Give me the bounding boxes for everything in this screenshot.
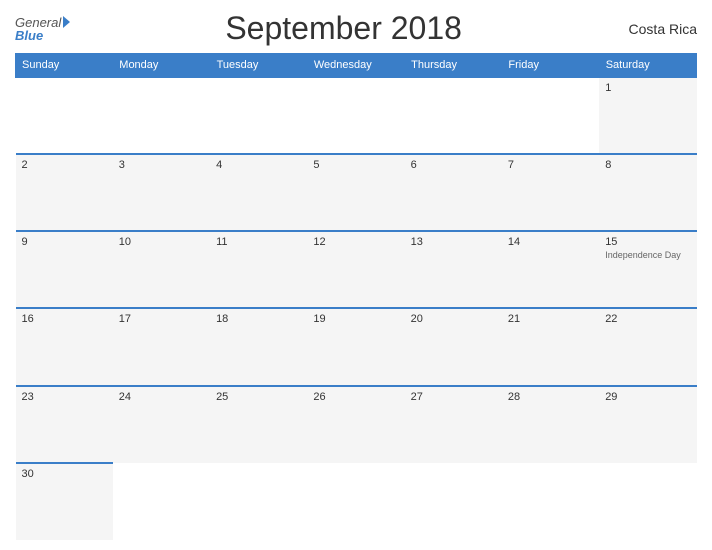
day-number: 22 bbox=[605, 313, 690, 325]
calendar-cell: 8 bbox=[599, 154, 696, 231]
day-number: 14 bbox=[508, 236, 593, 248]
calendar-cell: 19 bbox=[307, 308, 404, 385]
calendar-cell: 12 bbox=[307, 231, 404, 308]
day-number: 17 bbox=[119, 313, 204, 325]
calendar-cell: 30 bbox=[16, 463, 113, 540]
weekday-wednesday: Wednesday bbox=[307, 54, 404, 78]
logo-triangle-icon bbox=[63, 16, 70, 28]
day-number: 5 bbox=[313, 159, 398, 171]
weekday-saturday: Saturday bbox=[599, 54, 696, 78]
calendar-cell bbox=[16, 77, 113, 154]
calendar-cell: 15 Independence Day bbox=[599, 231, 696, 308]
calendar-cell bbox=[113, 463, 210, 540]
calendar-cell bbox=[599, 463, 696, 540]
day-number: 1 bbox=[605, 82, 690, 94]
day-number: 29 bbox=[605, 391, 690, 403]
logo: General Blue bbox=[15, 16, 70, 42]
day-number: 7 bbox=[508, 159, 593, 171]
day-number: 27 bbox=[411, 391, 496, 403]
day-number: 18 bbox=[216, 313, 301, 325]
day-number: 21 bbox=[508, 313, 593, 325]
day-number: 19 bbox=[313, 313, 398, 325]
calendar-table: SundayMondayTuesdayWednesdayThursdayFrid… bbox=[15, 53, 697, 540]
logo-general-text: General bbox=[15, 16, 61, 29]
week-row-3: 9 10 11 12 13 14 15 Independence Day bbox=[16, 231, 697, 308]
weekday-thursday: Thursday bbox=[405, 54, 502, 78]
calendar-cell bbox=[307, 463, 404, 540]
day-number: 24 bbox=[119, 391, 204, 403]
holiday-name: Independence Day bbox=[605, 250, 690, 260]
calendar-cell: 7 bbox=[502, 154, 599, 231]
calendar-cell: 1 bbox=[599, 77, 696, 154]
weekday-sunday: Sunday bbox=[16, 54, 113, 78]
day-number: 28 bbox=[508, 391, 593, 403]
calendar-cell: 3 bbox=[113, 154, 210, 231]
day-number: 2 bbox=[22, 159, 107, 171]
calendar-cell bbox=[113, 77, 210, 154]
calendar-cell bbox=[502, 77, 599, 154]
calendar-cell: 4 bbox=[210, 154, 307, 231]
day-number: 15 bbox=[605, 236, 690, 248]
day-number: 12 bbox=[313, 236, 398, 248]
calendar-cell: 28 bbox=[502, 386, 599, 463]
calendar-cell: 10 bbox=[113, 231, 210, 308]
weekday-tuesday: Tuesday bbox=[210, 54, 307, 78]
calendar-cell: 9 bbox=[16, 231, 113, 308]
day-number: 3 bbox=[119, 159, 204, 171]
calendar-cell: 5 bbox=[307, 154, 404, 231]
calendar-cell: 17 bbox=[113, 308, 210, 385]
calendar-cell: 21 bbox=[502, 308, 599, 385]
day-number: 30 bbox=[22, 468, 107, 480]
week-row-5: 23 24 25 26 27 28 29 bbox=[16, 386, 697, 463]
calendar-cell: 13 bbox=[405, 231, 502, 308]
calendar-cell: 2 bbox=[16, 154, 113, 231]
calendar-cell: 27 bbox=[405, 386, 502, 463]
week-row-2: 2345 678 bbox=[16, 154, 697, 231]
day-number: 9 bbox=[22, 236, 107, 248]
calendar-cell: 23 bbox=[16, 386, 113, 463]
calendar-cell bbox=[307, 77, 404, 154]
day-number: 20 bbox=[411, 313, 496, 325]
day-number: 11 bbox=[216, 236, 301, 248]
calendar-cell: 29 bbox=[599, 386, 696, 463]
calendar-cell: 24 bbox=[113, 386, 210, 463]
calendar-cell: 18 bbox=[210, 308, 307, 385]
week-row-1: 1 bbox=[16, 77, 697, 154]
calendar-cell: 25 bbox=[210, 386, 307, 463]
calendar-cell: 20 bbox=[405, 308, 502, 385]
day-number: 4 bbox=[216, 159, 301, 171]
day-number: 26 bbox=[313, 391, 398, 403]
week-row-4: 16 17 18 19 20 21 22 bbox=[16, 308, 697, 385]
logo-blue-text: Blue bbox=[15, 29, 43, 42]
day-number: 23 bbox=[22, 391, 107, 403]
day-number: 13 bbox=[411, 236, 496, 248]
weekday-monday: Monday bbox=[113, 54, 210, 78]
day-number: 8 bbox=[605, 159, 690, 171]
calendar-cell: 6 bbox=[405, 154, 502, 231]
calendar-cell bbox=[502, 463, 599, 540]
weekday-friday: Friday bbox=[502, 54, 599, 78]
calendar-cell: 26 bbox=[307, 386, 404, 463]
day-number: 16 bbox=[22, 313, 107, 325]
week-row-6: 30 bbox=[16, 463, 697, 540]
day-number: 6 bbox=[411, 159, 496, 171]
calendar-cell: 16 bbox=[16, 308, 113, 385]
calendar-title: September 2018 bbox=[70, 10, 617, 47]
calendar-cell bbox=[405, 77, 502, 154]
country-name: Costa Rica bbox=[617, 21, 697, 37]
calendar-cell bbox=[405, 463, 502, 540]
day-number: 10 bbox=[119, 236, 204, 248]
calendar-cell: 11 bbox=[210, 231, 307, 308]
calendar-header: General Blue September 2018 Costa Rica bbox=[15, 10, 697, 47]
calendar-cell: 22 bbox=[599, 308, 696, 385]
calendar-cell bbox=[210, 463, 307, 540]
calendar-cell bbox=[210, 77, 307, 154]
weekday-header-row: SundayMondayTuesdayWednesdayThursdayFrid… bbox=[16, 54, 697, 78]
day-number: 25 bbox=[216, 391, 301, 403]
calendar-cell: 14 bbox=[502, 231, 599, 308]
